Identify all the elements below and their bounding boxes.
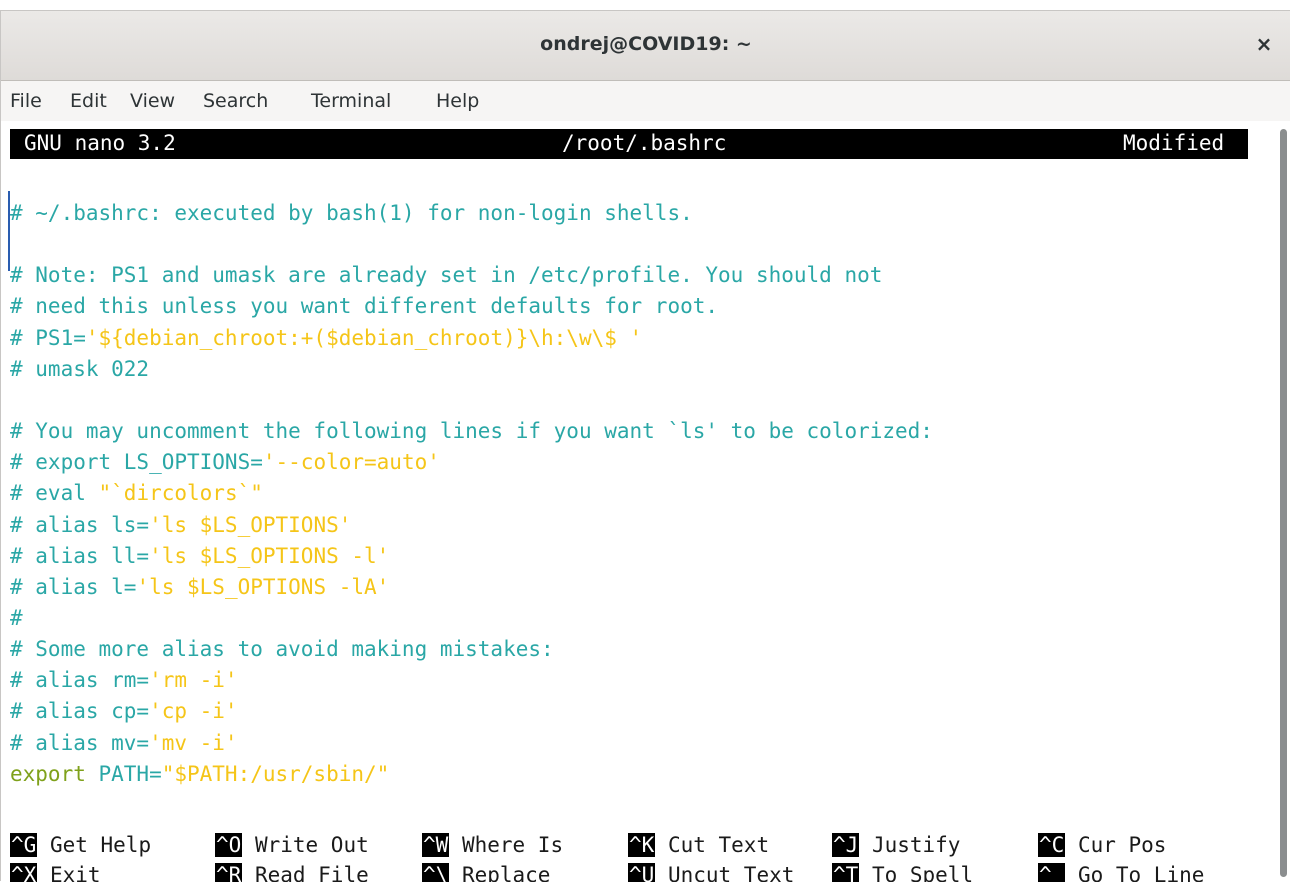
shortcut-item[interactable]: ^_ Go To Line — [1038, 860, 1204, 882]
nano-status: Modified — [1123, 131, 1225, 155]
shortcut-item[interactable]: ^J Justify — [832, 830, 960, 860]
shortcut-key: ^K — [628, 833, 656, 857]
file-line-segment: "$PATH:/usr/sbin/" — [161, 761, 390, 786]
menu-file[interactable]: File — [10, 90, 42, 112]
shortcut-key: ^_ — [1038, 863, 1066, 882]
shortcut-key: ^R — [215, 863, 243, 882]
nano-header-bar: GNU nano 3.2 /root/.bashrc Modified — [10, 129, 1248, 159]
shortcut-label: Replace — [449, 863, 551, 882]
close-icon[interactable]: × — [1249, 29, 1279, 59]
file-line: # umask 022 — [10, 354, 149, 385]
file-line-segment: 'mv -i' — [149, 730, 238, 755]
shortcut-label: Write Out — [242, 833, 369, 857]
menu-search[interactable]: Search — [203, 90, 268, 112]
file-line-segment: # — [10, 605, 23, 630]
shortcut-key: ^W — [422, 833, 450, 857]
file-line-segment: # alias ls= — [10, 512, 150, 537]
file-line: # alias rm='rm -i' — [10, 665, 238, 696]
file-line-segment: 'ls $LS_OPTIONS -l' — [149, 543, 390, 568]
file-line-segment: # You may uncomment the following lines … — [10, 419, 933, 444]
file-line-segment: 'ls $LS_OPTIONS' — [149, 512, 352, 537]
file-line-segment: # alias cp= — [10, 699, 150, 724]
shortcut-label: To Spell — [859, 863, 974, 882]
file-line: # alias ls='ls $LS_OPTIONS' — [10, 510, 351, 541]
file-line-segment: # alias rm= — [10, 668, 150, 693]
shortcut-key: ^G — [10, 833, 38, 857]
terminal-area[interactable]: GNU nano 3.2 /root/.bashrc Modified # ~/… — [1, 121, 1275, 882]
shortcut-key: ^X — [10, 863, 38, 882]
file-line-segment: PATH= — [85, 761, 162, 786]
terminal-window: ondrej@COVID19: ~ × File Edit View Searc… — [0, 10, 1290, 882]
shortcut-item[interactable]: ^U Uncut Text — [628, 860, 794, 882]
shortcut-label: Cur Pos — [1065, 833, 1167, 857]
menu-help[interactable]: Help — [436, 90, 479, 112]
shortcut-item[interactable]: ^K Cut Text — [628, 830, 769, 860]
file-line: # PS1='${debian_chroot:+($debian_chroot)… — [10, 323, 642, 354]
shortcut-label: Get Help — [37, 833, 152, 857]
scrollbar-thumb[interactable] — [1280, 129, 1287, 877]
file-line-segment: # export LS_OPTIONS= — [10, 450, 263, 475]
file-line: # eval "`dircolors`" — [10, 478, 263, 509]
menu-view[interactable]: View — [130, 90, 175, 112]
file-line: # alias l='ls $LS_OPTIONS -lA' — [10, 572, 389, 603]
shortcut-key: ^O — [215, 833, 243, 857]
shortcut-label: Cut Text — [655, 833, 770, 857]
shortcut-item[interactable]: ^\ Replace — [422, 860, 550, 882]
file-line-segment: "`dircolors`" — [98, 481, 263, 506]
nano-filename: /root/.bashrc — [562, 131, 727, 155]
file-line-segment: # Some more alias to avoid making mistak… — [10, 637, 554, 662]
file-line: # You may uncomment the following lines … — [10, 416, 933, 447]
shortcut-item[interactable]: ^G Get Help — [10, 830, 151, 860]
shortcut-label: Justify — [859, 833, 961, 857]
title-bar[interactable]: ondrej@COVID19: ~ × — [1, 11, 1290, 81]
file-line: export PATH="$PATH:/usr/sbin/" — [10, 759, 389, 790]
nano-version: GNU nano 3.2 — [24, 131, 176, 155]
shortcut-key: ^\ — [422, 863, 450, 882]
file-line: # alias cp='cp -i' — [10, 696, 238, 727]
shortcut-item[interactable]: ^O Write Out — [215, 830, 369, 860]
shortcut-item[interactable]: ^W Where Is — [422, 830, 563, 860]
file-line-segment: # umask 022 — [10, 356, 150, 381]
file-line-segment: # Note: PS1 and umask are already set in… — [10, 263, 883, 288]
file-line-segment: '${debian_chroot:+($debian_chroot)}\h:\w… — [85, 325, 643, 350]
menu-terminal[interactable]: Terminal — [311, 90, 391, 112]
file-line-segment: # eval — [10, 481, 99, 506]
file-line: # Some more alias to avoid making mistak… — [10, 634, 554, 665]
file-line: # export LS_OPTIONS='--color=auto' — [10, 447, 440, 478]
file-line-segment: 'rm -i' — [149, 668, 238, 693]
shortcut-label: Go To Line — [1065, 863, 1205, 882]
menu-edit[interactable]: Edit — [70, 90, 107, 112]
file-line-segment: 'cp -i' — [149, 699, 238, 724]
window-title: ondrej@COVID19: ~ — [540, 33, 752, 55]
shortcut-key: ^T — [832, 863, 860, 882]
scrollbar[interactable] — [1275, 121, 1290, 882]
shortcut-label: Exit — [37, 863, 101, 882]
shortcut-item[interactable]: ^X Exit — [10, 860, 101, 882]
shortcut-key: ^U — [628, 863, 656, 882]
file-line-segment: # alias l= — [10, 574, 137, 599]
shortcut-item[interactable]: ^T To Spell — [832, 860, 973, 882]
file-line: # alias ll='ls $LS_OPTIONS -l' — [10, 541, 389, 572]
file-line-segment: # PS1= — [10, 325, 86, 350]
file-line-segment: # alias ll= — [10, 543, 150, 568]
file-line-segment: export — [10, 761, 86, 786]
shortcut-item[interactable]: ^C Cur Pos — [1038, 830, 1166, 860]
file-line-segment: # ~/.bashrc: executed by bash(1) for non… — [10, 201, 693, 225]
file-line: # Note: PS1 and umask are already set in… — [10, 260, 882, 291]
shortcut-key: ^C — [1038, 833, 1066, 857]
file-line-segment: # need this unless you want different de… — [10, 294, 719, 319]
shortcut-label: Where Is — [449, 833, 564, 857]
file-line: # need this unless you want different de… — [10, 291, 718, 322]
shortcut-key: ^J — [832, 833, 860, 857]
file-line: # — [10, 603, 23, 634]
shortcut-item[interactable]: ^R Read File — [215, 860, 369, 882]
file-line-segment: 'ls $LS_OPTIONS -lA' — [136, 574, 390, 599]
file-line-segment: # alias mv= — [10, 730, 150, 755]
file-line: # alias mv='mv -i' — [10, 728, 238, 759]
file-line-segment: '--color=auto' — [262, 450, 440, 475]
file-line: # ~/.bashrc: executed by bash(1) for non… — [10, 198, 693, 229]
shortcut-label: Read File — [242, 863, 369, 882]
shortcut-label: Uncut Text — [655, 863, 795, 882]
menu-bar: File Edit View Search Terminal Help — [1, 81, 1290, 121]
